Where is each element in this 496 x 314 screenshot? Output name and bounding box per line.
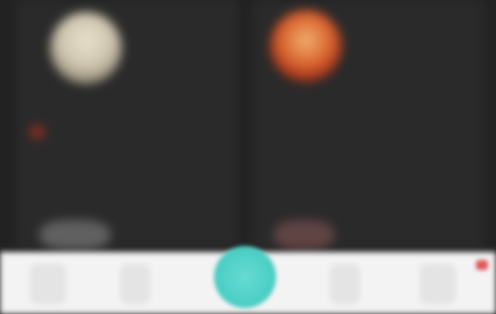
- participant-preview: [274, 220, 334, 250]
- screen: [0, 0, 496, 314]
- notification-dot-icon: [476, 260, 488, 270]
- participant-avatar-icon: [50, 12, 122, 84]
- toolbar-icon[interactable]: [420, 264, 456, 304]
- flag-icon: [30, 126, 44, 138]
- participant-tile-left[interactable]: [16, 0, 238, 250]
- participant-name-row: [30, 126, 52, 138]
- toolbar-icon[interactable]: [330, 264, 360, 304]
- participant-tile-right[interactable]: [252, 0, 484, 250]
- toolbar-icon[interactable]: [30, 264, 66, 304]
- participant-avatar-icon: [270, 10, 342, 82]
- video-grid: [0, 0, 496, 258]
- participant-preview: [40, 220, 110, 250]
- toolbar-icon[interactable]: [120, 264, 150, 304]
- fab-icon[interactable]: [214, 246, 276, 308]
